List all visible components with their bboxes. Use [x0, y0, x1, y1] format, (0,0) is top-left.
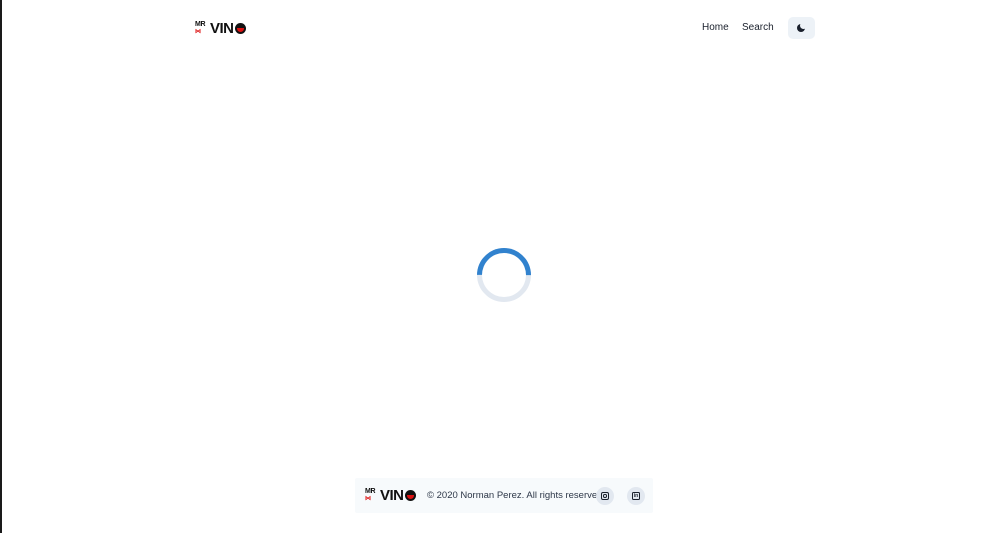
logo-mr-text: MR [365, 488, 376, 495]
instagram-button[interactable] [596, 487, 614, 505]
linkedin-button[interactable]: in [627, 487, 645, 505]
bowtie-icon: ⋈ [365, 496, 371, 502]
site-header: MR ⋈ VIN Home Search [195, 17, 815, 39]
site-footer: MR ⋈ VIN © 2020 Norman Perez. All rights… [355, 478, 653, 513]
logo-word: VIN [210, 21, 246, 36]
linkedin-icon: in [632, 492, 640, 500]
moon-icon [797, 22, 807, 32]
wine-glass-o-icon [234, 23, 246, 34]
copyright-text: © 2020 Norman Perez. All rights reserved [427, 490, 603, 501]
nav-search-link[interactable]: Search [742, 22, 774, 33]
instagram-icon [601, 492, 609, 500]
logo-vin-text: VIN [210, 20, 234, 37]
theme-toggle-button[interactable] [788, 17, 815, 39]
nav-home-link[interactable]: Home [702, 22, 729, 33]
window-edge [0, 0, 2, 533]
logo-vin-text: VIN [380, 487, 404, 504]
wine-glass-o-icon [404, 490, 416, 501]
logo-word: VIN [380, 488, 416, 503]
bowtie-icon: ⋈ [195, 29, 201, 35]
loading-spinner [465, 236, 543, 314]
logo[interactable]: MR ⋈ VIN [195, 21, 251, 37]
logo-mr-text: MR [195, 21, 206, 28]
footer-logo[interactable]: MR ⋈ VIN [365, 488, 419, 504]
